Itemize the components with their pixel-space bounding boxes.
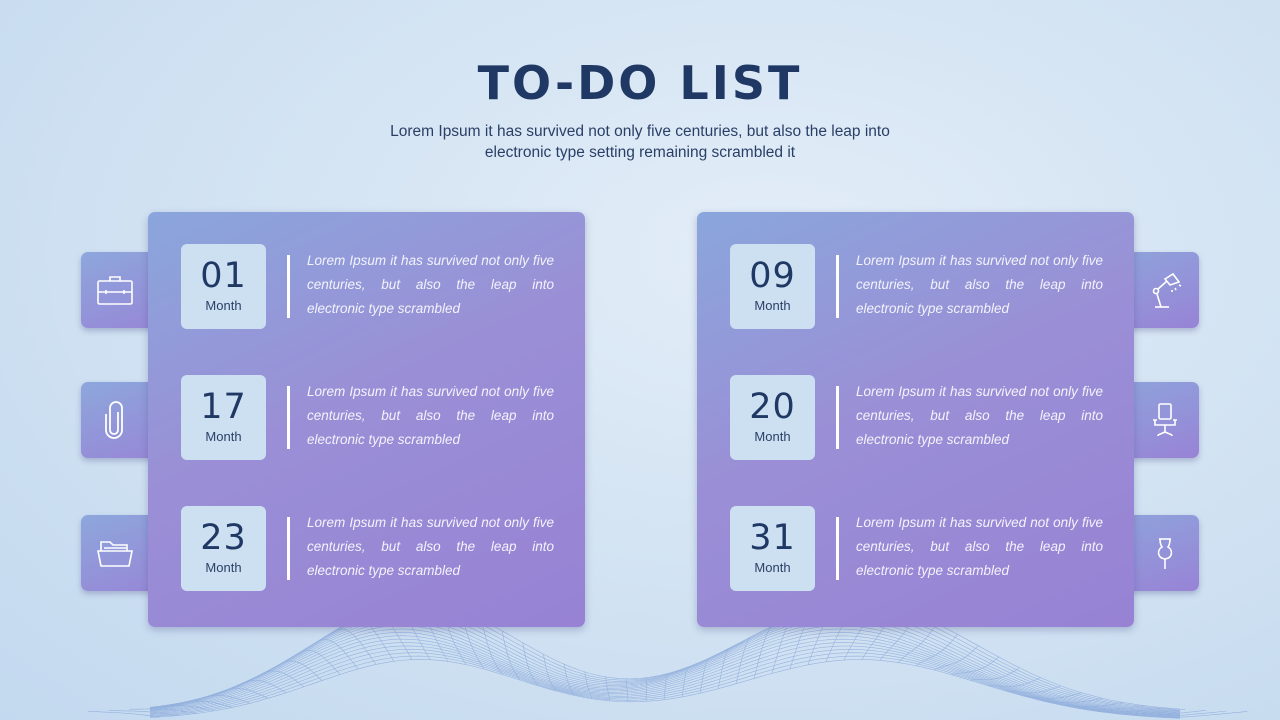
- divider: [287, 255, 290, 318]
- divider: [836, 255, 839, 318]
- date-label: Month: [754, 560, 791, 575]
- mesh-line: [149, 645, 1181, 717]
- date-label: Month: [754, 298, 791, 313]
- date-box: 31 Month: [730, 506, 815, 591]
- todo-description: Lorem Ipsum it has survived not only fiv…: [856, 515, 1103, 578]
- date-box: 17 Month: [181, 375, 266, 460]
- folder-icon: [91, 529, 139, 577]
- todo-item: 09 Month Lorem Ipsum it has survived not…: [730, 244, 1110, 330]
- pushpin-icon: [1141, 529, 1189, 577]
- office-chair-icon: [1141, 396, 1189, 444]
- divider: [836, 386, 839, 449]
- paperclip-icon: [91, 396, 139, 444]
- date-label: Month: [205, 429, 242, 444]
- desk-lamp-icon: [1141, 266, 1189, 314]
- todo-item: 31 Month Lorem Ipsum it has survived not…: [730, 506, 1110, 592]
- todo-item: 23 Month Lorem Ipsum it has survived not…: [181, 506, 561, 592]
- todo-description: Lorem Ipsum it has survived not only fiv…: [307, 384, 554, 447]
- todo-description: Lorem Ipsum it has survived not only fiv…: [307, 515, 554, 578]
- date-number: 23: [200, 518, 247, 558]
- date-label: Month: [754, 429, 791, 444]
- todo-item: 17 Month Lorem Ipsum it has survived not…: [181, 375, 561, 461]
- date-box: 23 Month: [181, 506, 266, 591]
- todo-item: 01 Month Lorem Ipsum it has survived not…: [181, 244, 561, 330]
- todo-description: Lorem Ipsum it has survived not only fiv…: [856, 384, 1103, 447]
- date-box: 01 Month: [181, 244, 266, 329]
- divider: [287, 517, 290, 580]
- date-box: 09 Month: [730, 244, 815, 329]
- date-label: Month: [205, 298, 242, 313]
- todo-description: Lorem Ipsum it has survived not only fiv…: [307, 253, 554, 316]
- mesh-line: [336, 628, 377, 665]
- date-number: 17: [200, 387, 247, 427]
- mesh-line: [149, 628, 1181, 715]
- date-number: 01: [200, 256, 247, 296]
- date-number: 20: [749, 387, 796, 427]
- date-number: 09: [749, 256, 796, 296]
- todo-panel-right: 09 Month Lorem Ipsum it has survived not…: [697, 212, 1134, 627]
- date-box: 20 Month: [730, 375, 815, 460]
- divider: [836, 517, 839, 580]
- date-label: Month: [205, 560, 242, 575]
- page-title: TO-DO LIST: [477, 56, 803, 110]
- todo-item: 20 Month Lorem Ipsum it has survived not…: [730, 375, 1110, 461]
- briefcase-icon: [91, 266, 139, 314]
- todo-description: Lorem Ipsum it has survived not only fiv…: [856, 253, 1103, 316]
- page-subtitle: Lorem Ipsum it has survived not only fiv…: [390, 123, 890, 161]
- divider: [287, 386, 290, 449]
- todo-panel-left: 01 Month Lorem Ipsum it has survived not…: [148, 212, 585, 627]
- date-number: 31: [749, 518, 796, 558]
